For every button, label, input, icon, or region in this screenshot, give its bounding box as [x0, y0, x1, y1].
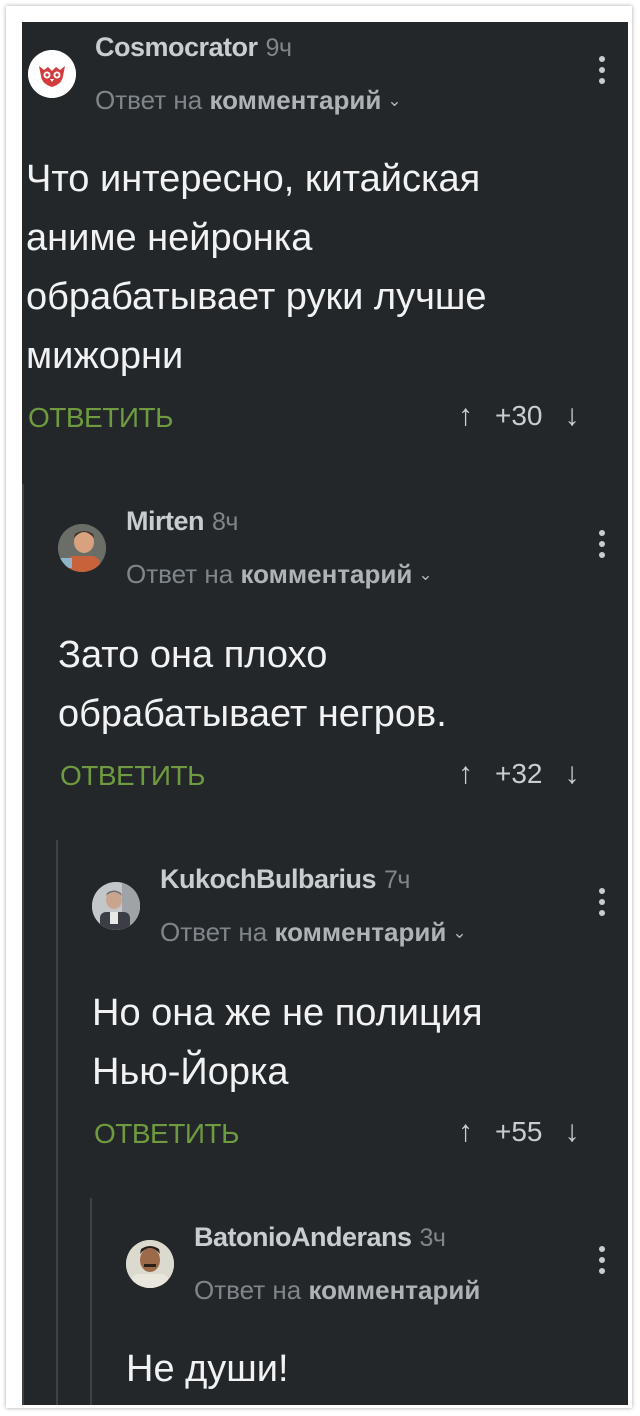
comment-time: 3ч [419, 1224, 446, 1252]
author-name[interactable]: BatonioAnderans [194, 1222, 412, 1252]
user-photo-icon[interactable] [92, 882, 140, 930]
comment-score: +55 [495, 1116, 543, 1147]
comment-time: 7ч [384, 866, 410, 894]
more-options-icon[interactable] [598, 56, 606, 88]
reply-target[interactable]: комментарий [209, 85, 381, 115]
reply-prefix: Ответ на [126, 559, 234, 589]
downvote-arrow-icon[interactable]: ↓ [565, 757, 580, 791]
reply-button[interactable]: ОТВЕТИТЬ [94, 1118, 239, 1150]
vote-controls: ↑ +30 ↓ [458, 399, 580, 433]
comments-thread: Cosmocrator 9ч Ответ на комментарий ⌄ Что … [22, 22, 628, 1405]
comment-score: +30 [495, 400, 543, 431]
reply-prefix: Ответ на [160, 917, 268, 947]
comment-text-line: обрабатывает негров. [58, 693, 447, 735]
vote-controls: ↑ +55 ↓ [458, 1115, 580, 1149]
comment-text-line: Но она же не полиция [92, 992, 483, 1034]
comment-text: Зато она плохо обрабатывает негров. [58, 626, 447, 744]
comment-text-line: аниме нейронка [26, 217, 313, 259]
author-name[interactable]: KukochBulbarius [160, 864, 377, 894]
upvote-arrow-icon[interactable]: ↑ [458, 757, 473, 791]
chevron-down-icon[interactable]: ⌄ [418, 565, 432, 584]
screenshot-frame: Cosmocrator 9ч Ответ на комментарий ⌄ Что … [6, 6, 632, 1408]
upvote-arrow-icon[interactable]: ↑ [458, 399, 473, 433]
owl-logo-icon[interactable] [28, 50, 76, 98]
comment-text: Но она же не полиция Нью-Йорка [92, 984, 483, 1102]
comment-author[interactable]: KukochBulbarius 7ч [160, 864, 410, 895]
reply-to-link[interactable]: Ответ на комментарий ⌄ [160, 917, 467, 948]
upvote-arrow-icon[interactable]: ↑ [458, 1115, 473, 1149]
reply-to-link[interactable]: Ответ на комментарий [194, 1275, 480, 1306]
reply-to-link[interactable]: Ответ на комментарий ⌄ [95, 85, 402, 116]
comment-time: 9ч [265, 34, 292, 62]
reply-target[interactable]: комментарий [308, 1275, 480, 1305]
user-photo-icon[interactable] [58, 524, 106, 572]
comment-text-line: мижорни [26, 335, 184, 377]
reply-target[interactable]: комментарий [240, 559, 412, 589]
downvote-arrow-icon[interactable]: ↓ [565, 1115, 580, 1149]
downvote-arrow-icon[interactable]: ↓ [565, 399, 580, 433]
comment-text-line: Не души! [126, 1348, 289, 1390]
more-options-icon[interactable] [598, 530, 606, 562]
thread-line-level-2 [56, 840, 58, 1405]
reply-button[interactable]: ОТВЕТИТЬ [28, 402, 173, 434]
reply-target[interactable]: комментарий [274, 917, 446, 947]
comment-author[interactable]: BatonioAnderans 3ч [194, 1222, 446, 1253]
reply-prefix: Ответ на [95, 85, 203, 115]
comment-text-line: обрабатывает руки лучше [26, 276, 487, 318]
author-name[interactable]: Cosmocrator [95, 32, 258, 62]
author-name[interactable]: Mirten [126, 506, 205, 536]
more-options-icon[interactable] [598, 888, 606, 920]
chevron-down-icon[interactable]: ⌄ [387, 91, 401, 110]
comment-text-line: Нью-Йорка [92, 1051, 289, 1093]
vote-controls: ↑ +32 ↓ [458, 757, 580, 791]
reply-to-link[interactable]: Ответ на комментарий ⌄ [126, 559, 433, 590]
chevron-down-icon[interactable]: ⌄ [452, 923, 466, 942]
comment-text-line: Зато она плохо [58, 634, 328, 676]
comment-text: Что интересно, китайская аниме нейронка … [26, 150, 487, 386]
more-options-icon[interactable] [598, 1246, 606, 1278]
thread-line-level-3 [90, 1198, 92, 1405]
thread-line-level-1 [22, 484, 24, 1405]
comment-score: +32 [495, 758, 543, 789]
comment-time: 8ч [212, 508, 238, 536]
comment-author[interactable]: Cosmocrator 9ч [95, 32, 292, 63]
reply-prefix: Ответ на [194, 1275, 302, 1305]
comment-text-line: Что интересно, китайская [26, 158, 481, 200]
reply-button[interactable]: ОТВЕТИТЬ [60, 760, 205, 792]
comment-author[interactable]: Mirten 8ч [126, 506, 238, 537]
user-photo-icon[interactable] [126, 1240, 174, 1288]
comment-text: Не души! [126, 1340, 289, 1399]
